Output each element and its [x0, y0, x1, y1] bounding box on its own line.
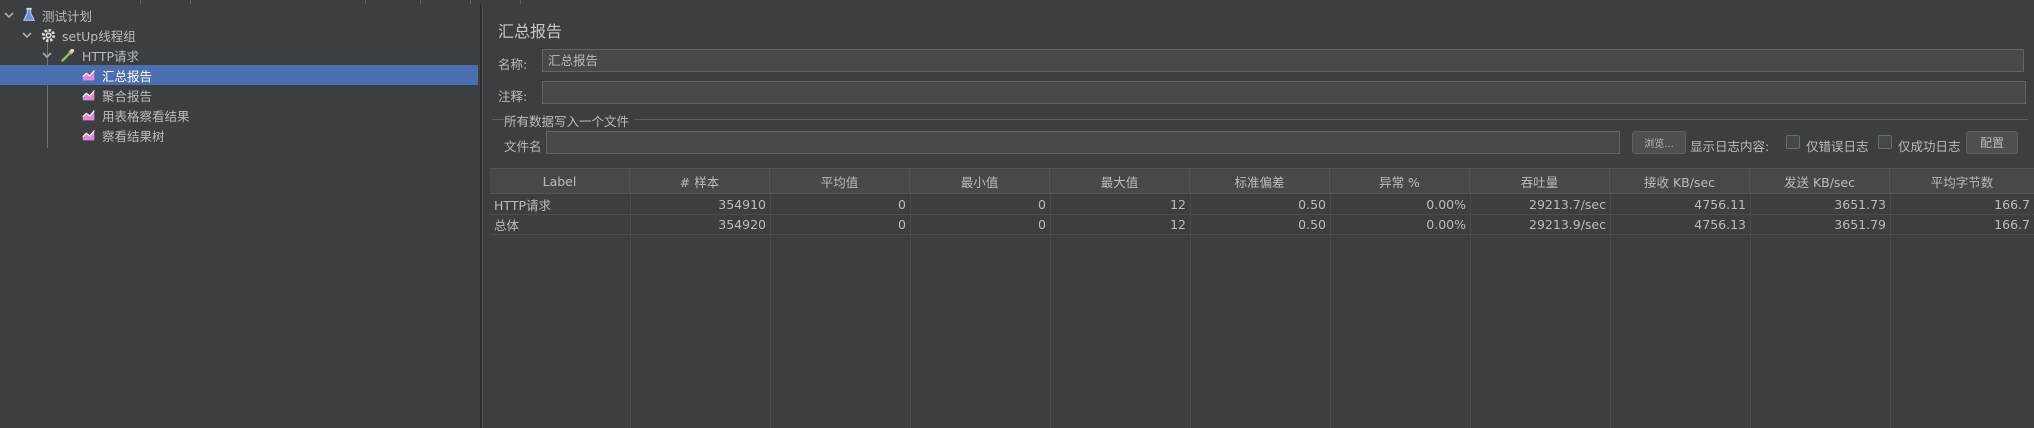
- flask-icon: [20, 6, 38, 24]
- tree-item-label: 聚合报告: [102, 88, 153, 104]
- table-header: Label # 样本 平均值 最小值 最大值 标准偏差 异常 % 吞吐量 接收 …: [490, 168, 2034, 194]
- cell-average: 0: [898, 216, 906, 232]
- column-header-received-kb[interactable]: 接收 KB/sec: [1610, 169, 1750, 194]
- tree-item-test-plan[interactable]: 测试计划: [0, 5, 480, 25]
- cell-samples: 354920: [718, 216, 766, 232]
- comment-label: 注释:: [498, 89, 528, 104]
- tree-item-label: 用表格察看结果: [102, 108, 190, 124]
- cell-max: 12: [1170, 216, 1186, 232]
- gear-icon: [39, 26, 57, 44]
- table-body: HTTP请求 354910 0 0 12 0.50 0.00% 29213.7/…: [490, 194, 2034, 428]
- errors-only-checkbox[interactable]: [1786, 135, 1800, 149]
- column-header-error-pct[interactable]: 异常 %: [1330, 169, 1470, 194]
- column-header-min[interactable]: 最小值: [910, 169, 1050, 194]
- tree-item-label: 测试计划: [42, 8, 93, 24]
- tree-item-label: 汇总报告: [102, 68, 153, 84]
- cell-max: 12: [1170, 196, 1186, 212]
- name-label: 名称:: [498, 57, 528, 72]
- column-header-avg-bytes[interactable]: 平均字节数: [1890, 169, 2034, 194]
- cell-min: 0: [1038, 196, 1046, 212]
- group-border: [492, 119, 2028, 120]
- log-content-label: 显示日志内容:: [1690, 139, 1770, 154]
- configure-button[interactable]: 配置: [1966, 131, 2018, 154]
- cell-error-pct: 0.00%: [1426, 196, 1466, 212]
- test-plan-tree[interactable]: 测试计划 setUp线程组 HTTP请求 汇总报告 聚合报告 用表格察看结果 察…: [0, 4, 480, 428]
- tree-item-label: HTTP请求: [82, 48, 139, 64]
- cell-samples: 354910: [718, 196, 766, 212]
- name-input[interactable]: 汇总报告: [542, 49, 2024, 72]
- pipette-icon: [58, 46, 76, 64]
- summary-report-panel: 汇总报告 名称: 汇总报告 注释: 所有数据写入一个文件 文件名 浏览... 显…: [484, 4, 2034, 428]
- chevron-down-icon[interactable]: [40, 48, 54, 62]
- success-only-label: 仅成功日志: [1898, 139, 1961, 154]
- browse-button[interactable]: 浏览...: [1632, 131, 1686, 154]
- cell-received-kb: 4756.13: [1694, 216, 1746, 232]
- chart-icon: [80, 106, 98, 124]
- cell-throughput: 29213.7/sec: [1529, 196, 1606, 212]
- cell-average: 0: [898, 196, 906, 212]
- cell-received-kb: 4756.11: [1694, 196, 1746, 212]
- file-name-label: 文件名: [504, 139, 542, 154]
- chevron-down-icon[interactable]: [2, 8, 16, 22]
- column-header-average[interactable]: 平均值: [770, 169, 910, 194]
- tree-item-http-request[interactable]: HTTP请求: [0, 45, 480, 65]
- success-only-checkbox[interactable]: [1878, 135, 1892, 149]
- cell-throughput: 29213.9/sec: [1529, 216, 1606, 232]
- column-header-throughput[interactable]: 吞吐量: [1470, 169, 1610, 194]
- tree-item-view-results-tree[interactable]: 察看结果树: [0, 125, 480, 145]
- errors-only-label: 仅错误日志: [1806, 139, 1869, 154]
- chart-icon: [80, 66, 98, 84]
- chevron-down-icon[interactable]: [20, 28, 34, 42]
- cell-min: 0: [1038, 216, 1046, 232]
- cell-label: HTTP请求: [494, 197, 551, 213]
- column-header-samples[interactable]: # 样本: [630, 169, 770, 194]
- cell-label: 总体: [494, 217, 520, 233]
- tree-item-summary-report[interactable]: 汇总报告: [0, 65, 478, 85]
- comment-input[interactable]: [542, 81, 2026, 104]
- tree-item-label: 察看结果树: [102, 128, 165, 144]
- cell-std-dev: 0.50: [1298, 196, 1326, 212]
- split-pane-divider[interactable]: [480, 4, 483, 428]
- file-name-input[interactable]: [546, 131, 1620, 154]
- cell-avg-bytes: 166.7: [1994, 216, 2030, 232]
- tree-item-view-results-table[interactable]: 用表格察看结果: [0, 105, 480, 125]
- cell-avg-bytes: 166.7: [1994, 196, 2030, 212]
- tree-item-setup-thread-group[interactable]: setUp线程组: [0, 25, 480, 45]
- column-header-sent-kb[interactable]: 发送 KB/sec: [1750, 169, 1890, 194]
- chart-icon: [80, 86, 98, 104]
- column-header-max[interactable]: 最大值: [1050, 169, 1190, 194]
- summary-table[interactable]: Label # 样本 平均值 最小值 最大值 标准偏差 异常 % 吞吐量 接收 …: [490, 168, 2034, 428]
- column-header-label[interactable]: Label: [490, 169, 630, 194]
- cell-error-pct: 0.00%: [1426, 216, 1466, 232]
- tree-item-label: setUp线程组: [62, 28, 136, 44]
- chart-icon: [80, 126, 98, 144]
- write-all-data-group-title: 所有数据写入一个文件: [504, 111, 636, 130]
- column-header-std-dev[interactable]: 标准偏差: [1190, 169, 1330, 194]
- cell-std-dev: 0.50: [1298, 216, 1326, 232]
- page-title: 汇总报告: [498, 22, 563, 41]
- cell-sent-kb: 3651.73: [1834, 196, 1886, 212]
- tree-item-aggregate-report[interactable]: 聚合报告: [0, 85, 480, 105]
- cell-sent-kb: 3651.79: [1834, 216, 1886, 232]
